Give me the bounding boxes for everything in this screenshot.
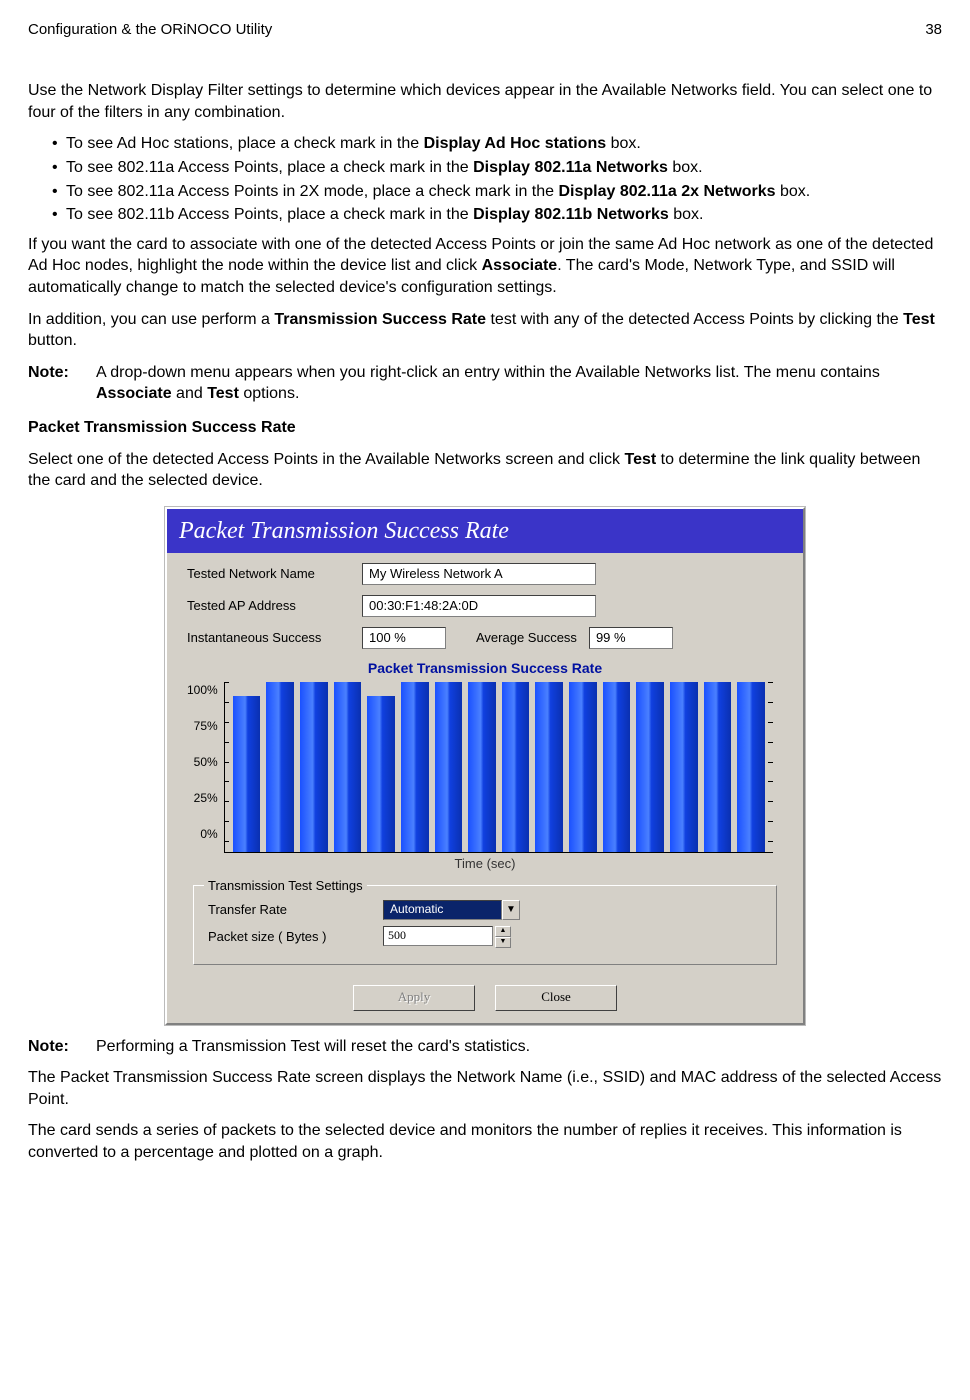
net-name-label: Tested Network Name (187, 565, 362, 583)
inst-success-label: Instantaneous Success (187, 629, 362, 647)
apply-button[interactable]: Apply (353, 985, 475, 1011)
chart-bar (737, 682, 765, 852)
tail-paragraph: The Packet Transmission Success Rate scr… (28, 1067, 942, 1110)
dialog-screenshot: Packet Transmission Success Rate Tested … (164, 506, 806, 1026)
net-name-field[interactable]: My Wireless Network A (362, 563, 596, 585)
page-header-left: Configuration & the ORiNOCO Utility (28, 20, 272, 40)
chart-bar (266, 682, 294, 852)
note-text: Performing a Transmission Test will rese… (96, 1036, 530, 1058)
groupbox-title: Transmission Test Settings (204, 877, 367, 895)
chart-bar (636, 682, 664, 852)
bullet-item: To see Ad Hoc stations, place a check ma… (66, 133, 942, 155)
note-block: Note: Performing a Transmission Test wil… (28, 1036, 942, 1058)
avg-success-label: Average Success (476, 629, 577, 647)
chart-bar (502, 682, 530, 852)
ap-address-field[interactable]: 00:30:F1:48:2A:0D (362, 595, 596, 617)
chart-bar (435, 682, 463, 852)
dialog-title: Packet Transmission Success Rate (167, 509, 803, 553)
chart-y-labels: 100% 75% 50% 25% 0% (187, 682, 224, 842)
chart-bar (300, 682, 328, 852)
close-button[interactable]: Close (495, 985, 617, 1011)
packet-size-label: Packet size ( Bytes ) (208, 928, 383, 946)
note-label: Note: (28, 1036, 96, 1058)
transfer-rate-label: Transfer Rate (208, 901, 383, 919)
note-block: Note: A drop-down menu appears when you … (28, 362, 942, 405)
associate-paragraph: If you want the card to associate with o… (28, 234, 942, 299)
chart-bar (468, 682, 496, 852)
chart-plot (224, 682, 773, 853)
chart-bar (535, 682, 563, 852)
packet-size-input[interactable] (383, 926, 493, 946)
chart-bar (367, 696, 395, 852)
chart-bar (401, 682, 429, 852)
bullet-item: To see 802.11a Access Points, place a ch… (66, 157, 942, 179)
spin-down-button[interactable]: ▼ (495, 937, 511, 948)
page-number: 38 (925, 20, 942, 40)
filter-bullet-list: To see Ad Hoc stations, place a check ma… (28, 133, 942, 225)
avg-success-field[interactable]: 99 % (589, 627, 673, 649)
bullet-item: To see 802.11a Access Points in 2X mode,… (66, 181, 942, 203)
note-label: Note: (28, 362, 96, 405)
spin-up-button[interactable]: ▲ (495, 926, 511, 937)
test-paragraph: In addition, you can use perform a Trans… (28, 309, 942, 352)
chart-bar (670, 682, 698, 852)
intro-paragraph: Use the Network Display Filter settings … (28, 80, 942, 123)
inst-success-field[interactable]: 100 % (362, 627, 446, 649)
chart-bar (704, 682, 732, 852)
note-text: A drop-down menu appears when you right-… (96, 362, 942, 405)
chart-area: 100% 75% 50% 25% 0% (187, 682, 783, 853)
chart-x-label: Time (sec) (187, 855, 783, 873)
bullet-item: To see 802.11b Access Points, place a ch… (66, 204, 942, 226)
section-heading: Packet Transmission Success Rate (28, 417, 942, 439)
ap-address-label: Tested AP Address (187, 597, 362, 615)
combo-dropdown-button[interactable]: ▼ (502, 900, 520, 920)
settings-groupbox: Transmission Test Settings Transfer Rate… (193, 885, 777, 965)
chart-bar (334, 682, 362, 852)
chevron-down-icon: ▼ (506, 903, 516, 917)
chart-bar (569, 682, 597, 852)
transfer-rate-combo[interactable]: Automatic (383, 900, 502, 920)
chart-bar (603, 682, 631, 852)
chart-title: Packet Transmission Success Rate (187, 659, 783, 678)
section-paragraph: Select one of the detected Access Points… (28, 449, 942, 492)
chart-bar (233, 696, 261, 852)
tail-paragraph: The card sends a series of packets to th… (28, 1120, 942, 1163)
